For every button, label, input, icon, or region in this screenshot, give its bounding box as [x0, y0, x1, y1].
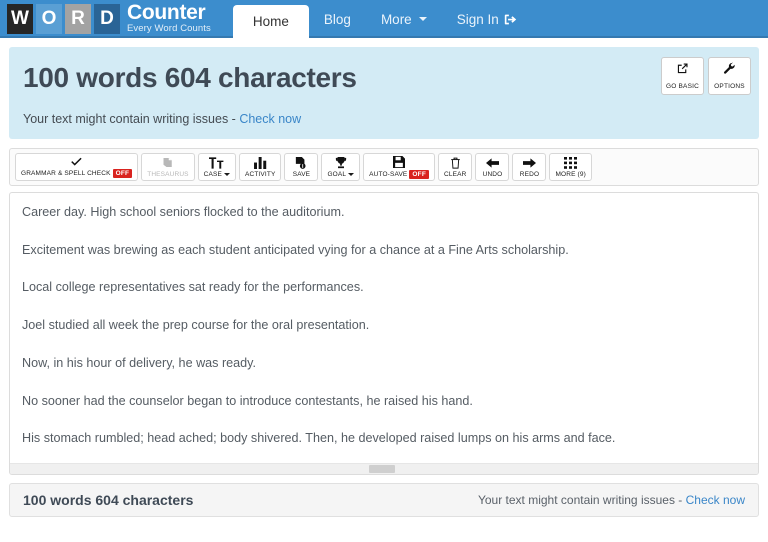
grid-icon	[564, 156, 578, 169]
stats-header-panel: 100 words 604 characters Your text might…	[9, 47, 759, 139]
editor-paragraph: Local college representatives sat ready …	[22, 280, 364, 295]
footer-check-now-link[interactable]: Check now	[686, 493, 745, 507]
case-label-text: CASE	[203, 171, 222, 178]
goal-button[interactable]: GOAL	[321, 153, 361, 181]
chevron-down-icon	[418, 17, 427, 21]
trophy-icon	[335, 156, 347, 169]
logo-letter-o: O	[36, 4, 62, 34]
nav-menu: Home Blog More Sign In	[232, 0, 532, 38]
floppy-icon	[393, 155, 406, 168]
text-input-area[interactable]: Career day. High school seniors flocked …	[10, 193, 758, 463]
case-label: CASE	[204, 171, 230, 178]
options-label: OPTIONS	[714, 83, 745, 90]
editor-paragraph: Career day. High school seniors flocked …	[22, 205, 345, 219]
brand-text-block: Counter Every Word Counts	[127, 2, 211, 36]
nav-item-signin-label: Sign In	[456, 11, 499, 27]
auto-save-label-text: AUTO-SAVE	[369, 170, 408, 178]
editor-toolbar: GRAMMAR & SPELL CHECK OFF THESAURUS CASE…	[9, 148, 759, 186]
options-button[interactable]: OPTIONS	[708, 57, 751, 95]
editor-paragraph: Now, in his hour of delivery, he was rea…	[22, 355, 257, 370]
brand-name: Counter	[127, 1, 206, 25]
auto-save-off-badge: OFF	[409, 169, 430, 179]
save-doc-icon	[295, 156, 307, 169]
undo-label: UNDO	[482, 171, 503, 178]
save-button[interactable]: SAVE	[284, 153, 319, 181]
goal-label-text: GOAL	[327, 171, 347, 178]
logo-letter-r: R	[65, 4, 91, 34]
arrow-right-icon	[522, 156, 536, 169]
check-now-link[interactable]: Check now	[239, 112, 301, 126]
sign-in-icon	[504, 13, 517, 26]
status-footer-bar: 100 words 604 characters Your text might…	[9, 483, 759, 517]
logo-letter-d: D	[94, 4, 120, 34]
logo-letter-boxes: W O R D	[7, 4, 120, 34]
go-basic-button[interactable]: GO BASIC	[661, 57, 704, 95]
header-action-buttons: GO BASIC OPTIONS	[661, 57, 751, 95]
trash-icon	[450, 156, 461, 169]
arrow-left-icon	[485, 156, 499, 169]
nav-item-more[interactable]: More	[366, 0, 442, 38]
footer-issues-text: Your text might contain writing issues -	[477, 493, 686, 507]
redo-label: REDO	[519, 171, 540, 178]
site-logo[interactable]: W O R D Counter Every Word Counts	[0, 0, 211, 38]
nav-item-home[interactable]: Home	[232, 5, 309, 38]
activity-label: ACTIVITY	[244, 171, 276, 178]
text-case-icon	[208, 156, 225, 169]
scrollbar-thumb[interactable]	[369, 465, 396, 473]
goal-label: GOAL	[327, 171, 355, 178]
editor-paragraph: No sooner had the counselor began to int…	[22, 393, 473, 408]
chevron-down-icon	[348, 173, 355, 176]
nav-item-home-label: Home	[252, 14, 289, 29]
logo-letter-w: W	[7, 4, 33, 34]
editor-paragraph: His stomach rumbled; head ached; body sh…	[22, 431, 616, 446]
case-button[interactable]: CASE	[197, 153, 236, 181]
nav-item-blog-label: Blog	[323, 11, 351, 27]
grammar-label-text: GRAMMAR & SPELL CHECK	[21, 170, 111, 177]
footer-word-count: 100 words 604 characters	[23, 492, 194, 508]
editor-paragraph: Excitement was brewing as each student a…	[22, 242, 569, 257]
more-button[interactable]: MORE (9)	[549, 153, 592, 181]
brand-tagline: Every Word Counts	[127, 23, 211, 35]
book-icon	[162, 156, 174, 169]
redo-button[interactable]: REDO	[512, 153, 547, 181]
more-label: MORE (9)	[555, 171, 586, 178]
horizontal-scrollbar[interactable]	[10, 463, 758, 474]
grammar-spell-check-button[interactable]: GRAMMAR & SPELL CHECK OFF	[15, 153, 139, 181]
undo-button[interactable]: UNDO	[475, 153, 510, 181]
auto-save-label: AUTO-SAVE OFF	[369, 169, 430, 179]
editor-paragraph: Joel studied all week the prep course fo…	[22, 318, 370, 333]
check-icon	[70, 156, 83, 167]
top-navbar: W O R D Counter Every Word Counts Home B…	[0, 0, 768, 38]
writing-issues-text: Your text might contain writing issues -	[23, 111, 240, 126]
clear-button[interactable]: CLEAR	[438, 153, 473, 181]
page-title: 100 words 604 characters	[23, 62, 357, 93]
thesaurus-button[interactable]: THESAURUS	[141, 153, 195, 181]
chevron-down-icon	[223, 173, 230, 176]
text-editor-panel[interactable]: Career day. High school seniors flocked …	[9, 192, 759, 475]
grammar-spell-check-label: GRAMMAR & SPELL CHECK OFF	[21, 169, 133, 178]
writing-issues-notice: Your text might contain writing issues -…	[23, 112, 745, 126]
activity-button[interactable]: ACTIVITY	[238, 153, 282, 181]
bar-chart-icon	[253, 156, 267, 169]
go-basic-label: GO BASIC	[665, 83, 700, 90]
auto-save-button[interactable]: AUTO-SAVE OFF	[363, 153, 436, 181]
nav-item-blog[interactable]: Blog	[309, 0, 366, 38]
external-link-icon	[676, 62, 689, 80]
nav-item-more-label: More	[380, 11, 412, 27]
footer-writing-issues: Your text might contain writing issues -…	[478, 493, 745, 507]
grammar-off-badge: OFF	[112, 169, 133, 178]
save-label: SAVE	[292, 171, 311, 178]
nav-item-signin[interactable]: Sign In	[442, 0, 532, 38]
clear-label: CLEAR	[444, 171, 467, 178]
wrench-icon	[723, 62, 736, 80]
thesaurus-label: THESAURUS	[147, 171, 189, 178]
